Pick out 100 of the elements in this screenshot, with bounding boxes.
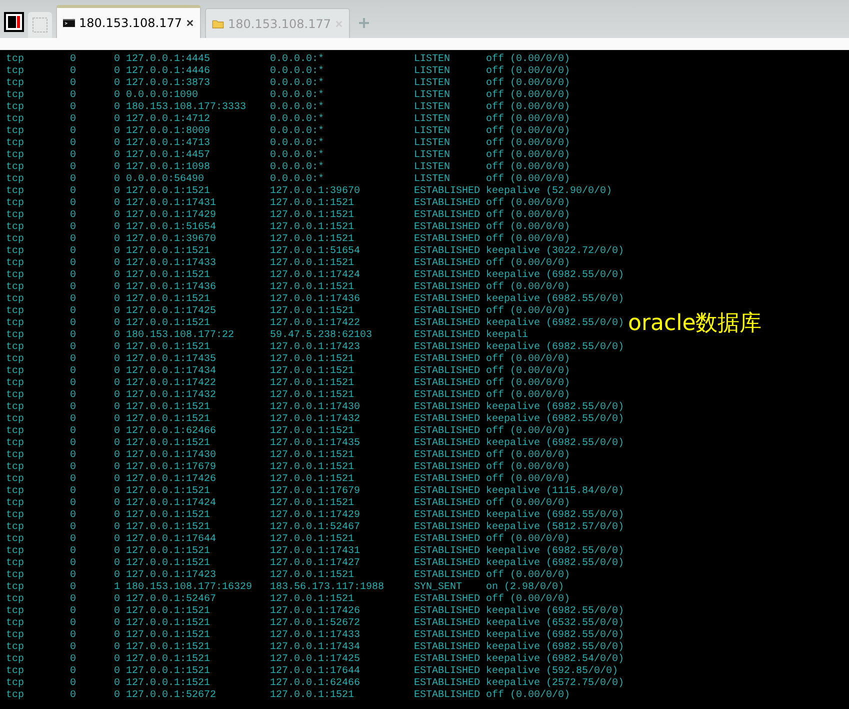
- local-address-text: 127.0.0.1:1521: [126, 642, 210, 654]
- timer-text: keepalive (6982.55/0/0): [486, 402, 624, 414]
- protocol-text: tcp: [6, 402, 24, 414]
- local-address-text: 127.0.0.1:17434: [126, 366, 216, 378]
- foreign-address-text: 127.0.0.1:1521: [270, 210, 354, 222]
- send-queue-text: 0: [114, 366, 120, 378]
- state-text: LISTEN: [414, 150, 450, 162]
- state-text: ESTABLISHED: [414, 438, 480, 450]
- send-queue-text: 0: [114, 462, 120, 474]
- local-address-text: 127.0.0.1:62466: [126, 426, 216, 438]
- add-tab-icon[interactable]: [358, 17, 370, 29]
- send-queue-text: 0: [114, 258, 120, 270]
- timer-text: keepalive (6532.55/0/0): [486, 618, 624, 630]
- recv-queue-text: 0: [70, 174, 76, 186]
- foreign-address-text: 127.0.0.1:51654: [270, 246, 360, 258]
- protocol-text: tcp: [6, 462, 24, 474]
- local-address-text: 180.153.108.177:3333: [126, 102, 246, 114]
- state-text: ESTABLISHED: [414, 378, 480, 390]
- send-queue-text: 0: [114, 654, 120, 666]
- recv-queue-text: 0: [70, 666, 76, 678]
- timer-text: keepalive (1115.84/0/0): [486, 486, 624, 498]
- protocol-text: tcp: [6, 510, 24, 522]
- state-text: LISTEN: [414, 126, 450, 138]
- state-text: ESTABLISHED: [414, 342, 480, 354]
- protocol-text: tcp: [6, 618, 24, 630]
- foreign-address-text: 127.0.0.1:1521: [270, 450, 354, 462]
- foreign-address-text: 127.0.0.1:1521: [270, 366, 354, 378]
- recv-queue-text: 0: [70, 210, 76, 222]
- protocol-text: tcp: [6, 102, 24, 114]
- foreign-address-text: 127.0.0.1:1521: [270, 462, 354, 474]
- timer-text: off (0.00/0/0): [486, 306, 570, 318]
- state-text: ESTABLISHED: [414, 618, 480, 630]
- foreign-address-text: 127.0.0.1:17426: [270, 606, 360, 618]
- recv-queue-text: 0: [70, 618, 76, 630]
- protocol-text: tcp: [6, 678, 24, 690]
- timer-text: off (0.00/0/0): [486, 210, 570, 222]
- state-text: ESTABLISHED: [414, 606, 480, 618]
- protocol-text: tcp: [6, 522, 24, 534]
- local-address-text: 127.0.0.1:39670: [126, 234, 216, 246]
- foreign-address-text: 127.0.0.1:17425: [270, 654, 360, 666]
- send-queue-text: 0: [114, 318, 120, 330]
- timer-text: off (0.00/0/0): [486, 258, 570, 270]
- local-address-text: 127.0.0.1:17425: [126, 306, 216, 318]
- state-text: ESTABLISHED: [414, 318, 480, 330]
- timer-text: off (0.00/0/0): [486, 114, 570, 126]
- recv-queue-text: 0: [70, 582, 76, 594]
- local-address-text: 127.0.0.1:1521: [126, 678, 210, 690]
- local-address-text: 127.0.0.1:17433: [126, 258, 216, 270]
- protocol-text: tcp: [6, 78, 24, 90]
- foreign-address-text: 0.0.0.0:*: [270, 66, 324, 78]
- local-address-text: 127.0.0.1:52467: [126, 594, 216, 606]
- foreign-address-text: 0.0.0.0:*: [270, 78, 324, 90]
- tab[interactable]: 180.153.108.177: [56, 5, 201, 38]
- timer-text: off (0.00/0/0): [486, 222, 570, 234]
- local-address-text: 127.0.0.1:4445: [126, 54, 210, 66]
- recv-queue-text: 0: [70, 270, 76, 282]
- close-icon[interactable]: [186, 17, 194, 29]
- local-address-text: 127.0.0.1:52672: [126, 690, 216, 702]
- timer-text: keepalive (592.85/0/0): [486, 666, 618, 678]
- send-queue-text: 0: [114, 198, 120, 210]
- recv-queue-text: 0: [70, 450, 76, 462]
- recv-queue-text: 0: [70, 486, 76, 498]
- timer-text: keepalive (6982.55/0/0): [486, 414, 624, 426]
- state-text: ESTABLISHED: [414, 198, 480, 210]
- protocol-text: tcp: [6, 330, 24, 342]
- protocol-text: tcp: [6, 642, 24, 654]
- send-queue-text: 0: [114, 534, 120, 546]
- recv-queue-text: 0: [70, 138, 76, 150]
- local-address-text: 180.153.108.177:22: [126, 330, 234, 342]
- foreign-address-text: 127.0.0.1:17433: [270, 630, 360, 642]
- recv-queue-text: 0: [70, 246, 76, 258]
- state-text: LISTEN: [414, 66, 450, 78]
- state-text: LISTEN: [414, 54, 450, 66]
- recv-queue-text: 0: [70, 150, 76, 162]
- foreign-address-text: 0.0.0.0:*: [270, 102, 324, 114]
- recv-queue-text: 0: [70, 198, 76, 210]
- local-address-text: 127.0.0.1:1521: [126, 186, 210, 198]
- recv-queue-text: 0: [70, 330, 76, 342]
- timer-text: keepalive (6982.55/0/0): [486, 318, 624, 330]
- protocol-text: tcp: [6, 306, 24, 318]
- recv-queue-text: 0: [70, 642, 76, 654]
- send-queue-text: 0: [114, 438, 120, 450]
- state-text: ESTABLISHED: [414, 282, 480, 294]
- state-text: ESTABLISHED: [414, 510, 480, 522]
- recv-queue-text: 0: [70, 54, 76, 66]
- recv-queue-text: 0: [70, 78, 76, 90]
- foreign-address-text: 183.56.173.117:1988: [270, 582, 384, 594]
- app-icon[interactable]: [4, 12, 24, 32]
- local-address-text: 127.0.0.1:17430: [126, 450, 216, 462]
- local-address-text: 127.0.0.1:1521: [126, 546, 210, 558]
- timer-text: keepalive (2572.75/0/0): [486, 678, 624, 690]
- state-text: ESTABLISHED: [414, 558, 480, 570]
- timer-text: off (0.00/0/0): [486, 690, 570, 702]
- recv-queue-text: 0: [70, 282, 76, 294]
- recv-queue-text: 0: [70, 498, 76, 510]
- timer-text: off (0.00/0/0): [486, 282, 570, 294]
- local-address-text: 127.0.0.1:17679: [126, 462, 216, 474]
- send-queue-text: 0: [114, 234, 120, 246]
- state-text: SYN_SENT: [414, 582, 462, 594]
- state-text: ESTABLISHED: [414, 654, 480, 666]
